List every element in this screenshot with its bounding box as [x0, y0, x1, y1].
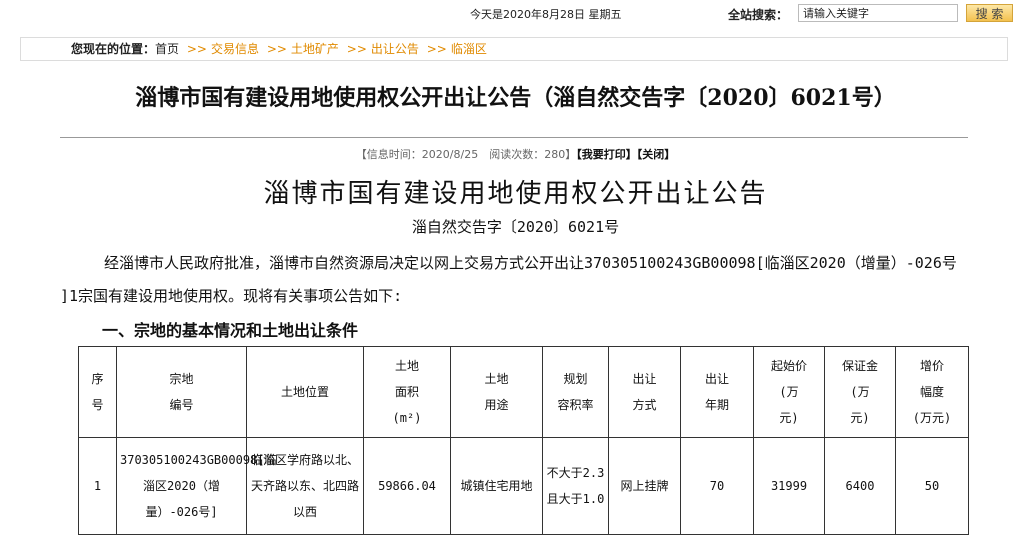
- breadcrumb-link-linzi[interactable]: 临淄区: [451, 42, 487, 56]
- table-header-row: 序 号 宗地 编号 土地位置 土地 面积 (m²) 土地 用途 规划 容积率 出…: [78, 346, 969, 438]
- cell-starting-price: 31999: [753, 437, 825, 535]
- current-date: 今天是2020年8月28日 星期五: [470, 8, 622, 21]
- header-cell-term: 出让 年期: [680, 346, 754, 438]
- intro-paragraph: 经淄博市人民政府批准，淄博市自然资源局决定以网上交易方式公开出让37030510…: [60, 247, 980, 313]
- cell-index: 1: [78, 437, 117, 535]
- cell-term: 70: [680, 437, 754, 535]
- table-row: 1 370305100243GB00098[临淄区2020（增量）-026号] …: [78, 437, 969, 535]
- header-cell-transfer-method: 出让 方式: [608, 346, 681, 438]
- cell-location: 临淄区学府路以北、天齐路以东、北四路以西: [246, 437, 364, 535]
- breadcrumb-separator: >>: [266, 42, 287, 56]
- header-cell-index: 序 号: [78, 346, 117, 438]
- breadcrumb-home-link[interactable]: 首页: [155, 42, 179, 56]
- breadcrumb-separator: >>: [426, 42, 447, 56]
- info-time-views: 【信息时间：2020/8/25 阅读次数：280】: [355, 148, 577, 161]
- cell-deposit: 6400: [824, 437, 896, 535]
- header-cell-parcel-id: 宗地 编号: [116, 346, 247, 438]
- search-input[interactable]: [798, 4, 958, 22]
- page-title: 淄博市国有建设用地使用权公开出让公告（淄自然交告字〔2020〕6021号）: [135, 85, 896, 111]
- header-cell-deposit: 保证金 (万 元): [824, 346, 896, 438]
- cell-land-use: 城镇住宅用地: [450, 437, 543, 535]
- breadcrumb-separator: >>: [186, 42, 207, 56]
- header-cell-area: 土地 面积 (m²): [363, 346, 451, 438]
- article-meta: 【信息时间：2020/8/25 阅读次数：280】【我要打印】【关闭】: [0, 146, 1031, 162]
- breadcrumb-separator: >>: [346, 42, 367, 56]
- land-parcel-table: 序 号 宗地 编号 土地位置 土地 面积 (m²) 土地 用途 规划 容积率 出…: [78, 346, 969, 535]
- cell-parcel-id: 370305100243GB00098[临淄区2020（增量）-026号]: [116, 437, 277, 535]
- breadcrumb-link-land-minerals[interactable]: 土地矿产: [291, 42, 339, 56]
- header-cell-location: 土地位置: [246, 346, 364, 438]
- breadcrumb-link-trading-info[interactable]: 交易信息: [211, 42, 259, 56]
- close-link[interactable]: 【关闭】: [637, 148, 676, 161]
- breadcrumb-label: 您现在的位置：: [71, 42, 156, 56]
- print-link[interactable]: 【我要打印】: [576, 148, 637, 161]
- intro-paragraph-text: 经淄博市人民政府批准，淄博市自然资源局决定以网上交易方式公开出让37030510…: [60, 254, 957, 305]
- header-cell-land-use: 土地 用途: [450, 346, 543, 438]
- document-number: 淄自然交告字〔2020〕6021号: [411, 218, 620, 236]
- top-bar: 今天是2020年8月28日 星期五 全站搜索： 搜 索: [0, 0, 1031, 28]
- document-title: 淄博市国有建设用地使用权公开出让公告: [263, 179, 768, 209]
- search-button[interactable]: 搜 索: [966, 4, 1013, 22]
- breadcrumb: 您现在的位置：首页 >> 交易信息 >> 土地矿产 >> 出让公告 >> 临淄区: [20, 37, 1008, 61]
- cell-increment: 50: [895, 437, 969, 535]
- header-cell-starting-price: 起始价 (万 元): [753, 346, 825, 438]
- search-label: 全站搜索：: [728, 8, 789, 22]
- breadcrumb-link-transfer-notices[interactable]: 出让公告: [371, 42, 419, 56]
- header-cell-increment: 增价 幅度 (万元): [895, 346, 969, 438]
- cell-area: 59866.04: [363, 437, 451, 535]
- cell-transfer-method: 网上挂牌: [608, 437, 681, 535]
- cell-plot-ratio: 不大于2.3且大于1.0: [542, 437, 609, 535]
- title-divider: [60, 137, 968, 138]
- section-heading: 一、宗地的基本情况和土地出让条件: [102, 321, 359, 340]
- header-cell-plot-ratio: 规划 容积率: [542, 346, 609, 438]
